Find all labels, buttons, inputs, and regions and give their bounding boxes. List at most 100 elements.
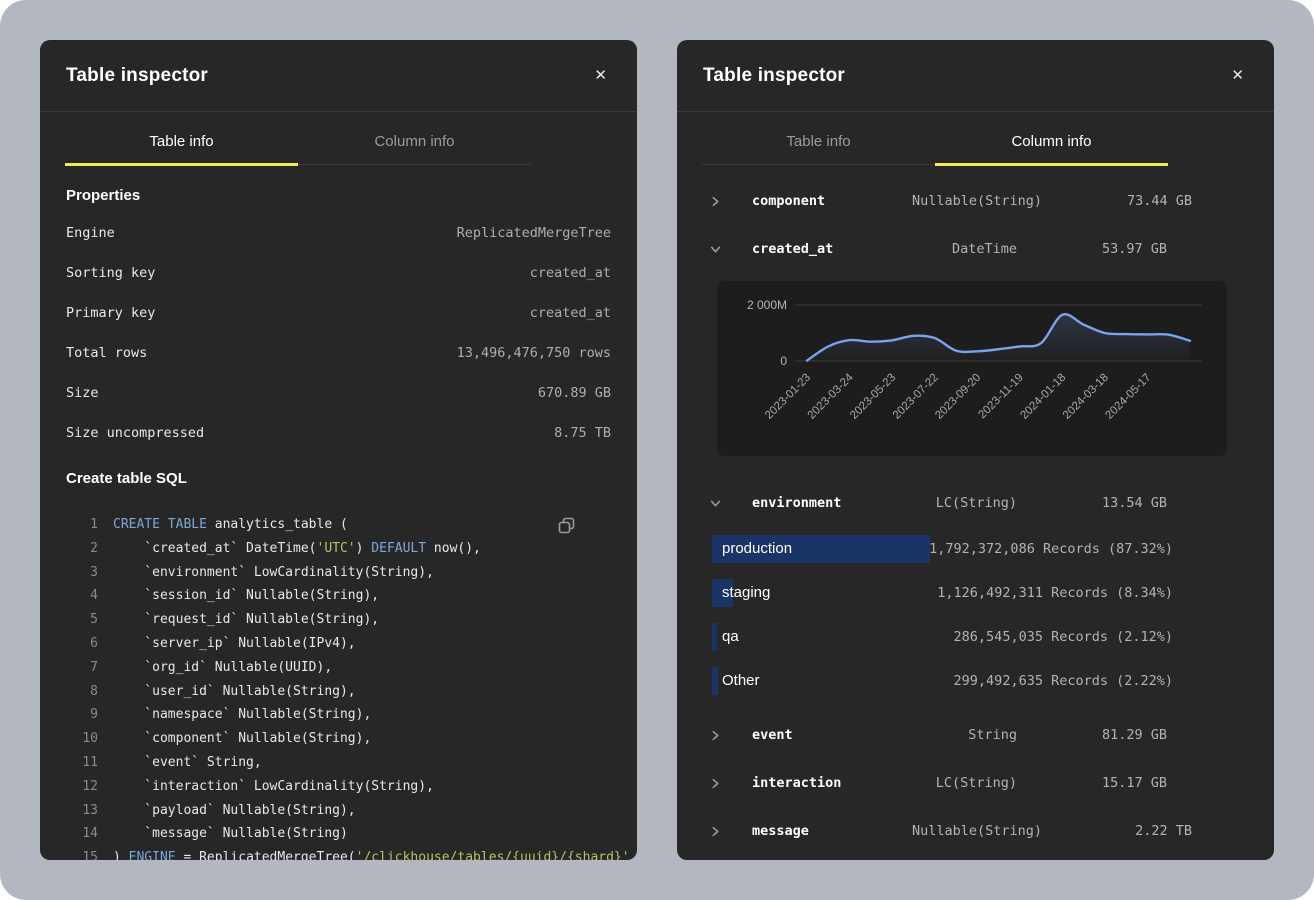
column-name: event bbox=[752, 727, 912, 743]
column-row-environment[interactable]: environment LC(String) 13.54 GB bbox=[677, 479, 1274, 527]
line-code: `org_id` Nullable(UUID), bbox=[113, 656, 332, 680]
sql-text: ) bbox=[356, 541, 372, 556]
sql-text: = ReplicatedMergeTree( bbox=[176, 850, 356, 860]
sql-code-line: 13 `payload` Nullable(String), bbox=[66, 799, 611, 823]
value-distribution-list: production 11,792,372,086 Records (87.32… bbox=[677, 527, 1274, 703]
line-number: 10 bbox=[66, 727, 98, 751]
line-number: 7 bbox=[66, 656, 98, 680]
sql-code-line: 11 `event` String, bbox=[66, 751, 611, 775]
copy-icon[interactable] bbox=[558, 517, 575, 537]
distribution-row: staging 1,126,492,311 Records (8.34%) bbox=[712, 571, 1173, 615]
distribution-bar-track: qa bbox=[712, 623, 954, 651]
table-info-content: Properties Engine ReplicatedMergeTree So… bbox=[40, 187, 637, 860]
line-number: 11 bbox=[66, 751, 98, 775]
column-type: LC(String) bbox=[912, 495, 1017, 511]
line-number: 8 bbox=[66, 680, 98, 704]
column-row-created_at[interactable]: created_at DateTime 53.97 GB bbox=[677, 225, 1274, 273]
sql-code-line: 3 `environment` LowCardinality(String), bbox=[66, 561, 611, 585]
line-code: `user_id` Nullable(String), bbox=[113, 680, 356, 704]
column-size: 2.22 TB bbox=[1042, 823, 1192, 839]
column-size: 81.29 GB bbox=[1017, 727, 1167, 743]
tab-column-info[interactable]: Column info bbox=[935, 133, 1168, 166]
tab-table-info[interactable]: Table info bbox=[65, 133, 298, 166]
chevron-down-icon[interactable] bbox=[710, 244, 752, 255]
area-fill bbox=[807, 314, 1190, 361]
close-icon[interactable]: ✕ bbox=[590, 64, 611, 87]
column-row-component[interactable]: component Nullable(String) 73.44 GB bbox=[677, 177, 1274, 225]
property-value: created_at bbox=[530, 265, 611, 281]
sql-text: now(), bbox=[426, 541, 481, 556]
column-size: 53.97 GB bbox=[1017, 241, 1167, 257]
sql-keyword: CREATE TABLE bbox=[113, 517, 207, 532]
close-icon[interactable]: ✕ bbox=[1227, 64, 1248, 87]
sql-text: `request_id` Nullable(String), bbox=[113, 612, 379, 627]
properties-heading: Properties bbox=[66, 187, 611, 204]
property-label: Primary key bbox=[66, 305, 155, 321]
chevron-right-icon[interactable] bbox=[710, 196, 752, 207]
sql-code-line: 6 `server_ip` Nullable(IPv4), bbox=[66, 632, 611, 656]
distribution-label: staging bbox=[712, 579, 937, 607]
column-name: interaction bbox=[752, 775, 912, 791]
line-code: ) ENGINE = ReplicatedMergeTree('/clickho… bbox=[113, 846, 637, 860]
property-label: Sorting key bbox=[66, 265, 155, 281]
column-type: DateTime bbox=[912, 241, 1017, 257]
property-label: Total rows bbox=[66, 345, 147, 361]
column-name: environment bbox=[752, 495, 912, 511]
column-row-event[interactable]: event String 81.29 GB bbox=[677, 711, 1274, 759]
sql-text: `session_id` Nullable(String), bbox=[113, 588, 379, 603]
chevron-right-icon[interactable] bbox=[710, 778, 752, 789]
sql-text: `environment` LowCardinality(String), bbox=[113, 565, 434, 580]
distribution-bar-track: Other bbox=[712, 667, 954, 695]
property-row: Size uncompressed 8.75 TB bbox=[66, 413, 611, 453]
distribution-value: 1,126,492,311 Records (8.34%) bbox=[937, 585, 1173, 601]
chevron-right-icon[interactable] bbox=[710, 730, 752, 741]
column-type: LC(String) bbox=[912, 775, 1017, 791]
sql-text: `org_id` Nullable(UUID), bbox=[113, 660, 332, 675]
line-code: `event` String, bbox=[113, 751, 262, 775]
dialog-header: Table inspector ✕ bbox=[677, 40, 1274, 112]
x-axis-tick-label: 2023-09-20 bbox=[933, 372, 983, 422]
sql-text: `payload` Nullable(String), bbox=[113, 803, 356, 818]
line-code: `component` Nullable(String), bbox=[113, 727, 371, 751]
y-axis-tick-label: 2 000M bbox=[747, 298, 787, 312]
sql-code-line: 8 `user_id` Nullable(String), bbox=[66, 680, 611, 704]
chevron-down-icon[interactable] bbox=[710, 498, 752, 509]
chevron-right-icon[interactable] bbox=[710, 826, 752, 837]
distribution-label: production bbox=[712, 535, 921, 563]
sql-text: analytics_table ( bbox=[207, 517, 348, 532]
sql-text: `user_id` Nullable(String), bbox=[113, 684, 356, 699]
tab-table-info[interactable]: Table info bbox=[702, 133, 935, 166]
sql-string: '/clickhouse/tables/{uuid}/{shard}' bbox=[356, 850, 630, 860]
line-code: `namespace` Nullable(String), bbox=[113, 703, 371, 727]
sql-text: `event` String, bbox=[113, 755, 262, 770]
column-row-message[interactable]: message Nullable(String) 2.22 TB bbox=[677, 807, 1274, 855]
line-code: `interaction` LowCardinality(String), bbox=[113, 775, 434, 799]
column-type: String bbox=[912, 727, 1017, 743]
tab-column-info[interactable]: Column info bbox=[298, 133, 531, 166]
line-number: 6 bbox=[66, 632, 98, 656]
sql-keyword: DEFAULT bbox=[371, 541, 426, 556]
sql-keyword: ENGINE bbox=[129, 850, 176, 860]
tab-bar: Table info Column info bbox=[702, 133, 1168, 165]
sql-text: `namespace` Nullable(String), bbox=[113, 707, 371, 722]
distribution-value: 299,492,635 Records (2.22%) bbox=[954, 673, 1173, 689]
line-number: 2 bbox=[66, 537, 98, 561]
sql-code-line: 10 `component` Nullable(String), bbox=[66, 727, 611, 751]
sql-code-line: 9 `namespace` Nullable(String), bbox=[66, 703, 611, 727]
line-code: `payload` Nullable(String), bbox=[113, 799, 356, 823]
properties-list: Engine ReplicatedMergeTree Sorting key c… bbox=[66, 213, 611, 453]
property-row: Size 670.89 GB bbox=[66, 373, 611, 413]
sql-code-line: 2 `created_at` DateTime('UTC') DEFAULT n… bbox=[66, 537, 611, 561]
column-name: component bbox=[752, 193, 912, 209]
property-row: Total rows 13,496,476,750 rows bbox=[66, 333, 611, 373]
sql-code-line: 15 ) ENGINE = ReplicatedMergeTree('/clic… bbox=[66, 846, 611, 860]
sql-code-line: 4 `session_id` Nullable(String), bbox=[66, 584, 611, 608]
sql-string: 'UTC' bbox=[317, 541, 356, 556]
dialog-title: Table inspector bbox=[703, 65, 845, 87]
line-code: `created_at` DateTime('UTC') DEFAULT now… bbox=[113, 537, 481, 561]
line-code: `environment` LowCardinality(String), bbox=[113, 561, 434, 585]
property-label: Size uncompressed bbox=[66, 425, 204, 441]
column-detail-chart-card: 2 000M 0 2023-01-232023-03-242023-05-232… bbox=[717, 281, 1227, 456]
column-row-interaction[interactable]: interaction LC(String) 15.17 GB bbox=[677, 759, 1274, 807]
column-size: 15.17 GB bbox=[1017, 775, 1167, 791]
